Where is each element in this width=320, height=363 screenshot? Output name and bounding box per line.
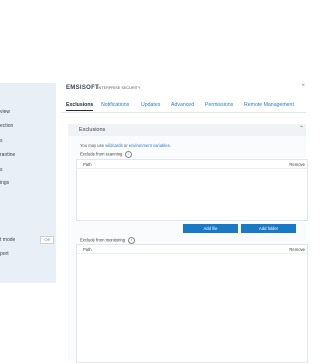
exclusions-panel-header[interactable]: Exclusions ⌃ bbox=[68, 124, 306, 136]
tabs-divider bbox=[61, 112, 306, 113]
remove-column-header: Remove bbox=[289, 247, 305, 252]
exclusions-hint: You may use wildcards or environment var… bbox=[80, 143, 171, 148]
emsisoft-logo: EMSISOFT bbox=[66, 85, 100, 91]
tab-exclusions[interactable]: Exclusions bbox=[66, 102, 93, 108]
exclusions-panel: Exclusions ⌃ You may use wildcards or en… bbox=[68, 124, 308, 363]
exclude-scanning-label: Exclude from scanning i bbox=[80, 151, 133, 158]
info-icon[interactable]: i bbox=[128, 237, 136, 244]
add-folder-button[interactable]: Add folder bbox=[241, 224, 296, 233]
path-column-header: Path bbox=[83, 162, 92, 167]
sidebar-item-scans[interactable]: s bbox=[0, 138, 3, 144]
product-name: ENTERPRISE SECURITY bbox=[96, 86, 141, 90]
sidebar-item-support[interactable]: port bbox=[0, 251, 9, 257]
tab-permissions[interactable]: Permissions bbox=[205, 102, 233, 108]
environment-variables-link[interactable]: environment variables bbox=[129, 143, 170, 148]
path-column-header: Path bbox=[83, 247, 92, 252]
tab-updates[interactable]: Updates bbox=[141, 102, 160, 108]
wildcards-link[interactable]: wildcards bbox=[105, 143, 122, 148]
scanning-exclusions-table: Path Remove bbox=[76, 159, 308, 221]
tab-notifications[interactable]: Notifications bbox=[101, 102, 129, 108]
sidebar-item-logs[interactable]: s bbox=[0, 167, 3, 173]
tab-advanced[interactable]: Advanced bbox=[171, 102, 194, 108]
table-header-divider bbox=[77, 253, 307, 254]
sidebar-item-overview[interactable]: view bbox=[0, 109, 10, 115]
settings-tabs: Exclusions Notifications Updates Advance… bbox=[66, 102, 306, 112]
exclude-monitoring-label: Exclude from monitoring i bbox=[80, 237, 136, 244]
sidebar: view ection s rantine s ings t mode Off … bbox=[0, 83, 56, 283]
close-icon[interactable]: × bbox=[301, 83, 305, 89]
exclude-scanning-text: Exclude from scanning bbox=[80, 151, 123, 157]
info-icon[interactable]: i bbox=[125, 151, 133, 158]
main-window: EMSISOFT ENTERPRISE SECURITY × Exclusion… bbox=[61, 83, 308, 363]
monitoring-exclusions-table: Path Remove bbox=[76, 244, 308, 363]
mode-toggle[interactable]: Off bbox=[40, 236, 54, 244]
sidebar-item-quarantine[interactable]: rantine bbox=[0, 152, 15, 158]
exclude-monitoring-text: Exclude from monitoring bbox=[80, 237, 126, 243]
active-tab-indicator bbox=[66, 110, 93, 111]
tab-remote-management[interactable]: Remote Management bbox=[244, 102, 294, 108]
chevron-up-icon[interactable]: ⌃ bbox=[299, 125, 304, 132]
sidebar-item-settings[interactable]: ings bbox=[0, 180, 9, 186]
add-file-button[interactable]: Add file bbox=[183, 224, 238, 233]
remove-column-header: Remove bbox=[289, 162, 305, 167]
hint-text-end: . bbox=[169, 143, 171, 148]
table-header-divider bbox=[77, 168, 307, 169]
hint-text: You may use bbox=[80, 143, 106, 148]
sidebar-item-mode: t mode bbox=[0, 237, 16, 243]
exclusions-panel-title: Exclusions bbox=[79, 127, 106, 133]
sidebar-item-protection[interactable]: ection bbox=[0, 123, 13, 129]
